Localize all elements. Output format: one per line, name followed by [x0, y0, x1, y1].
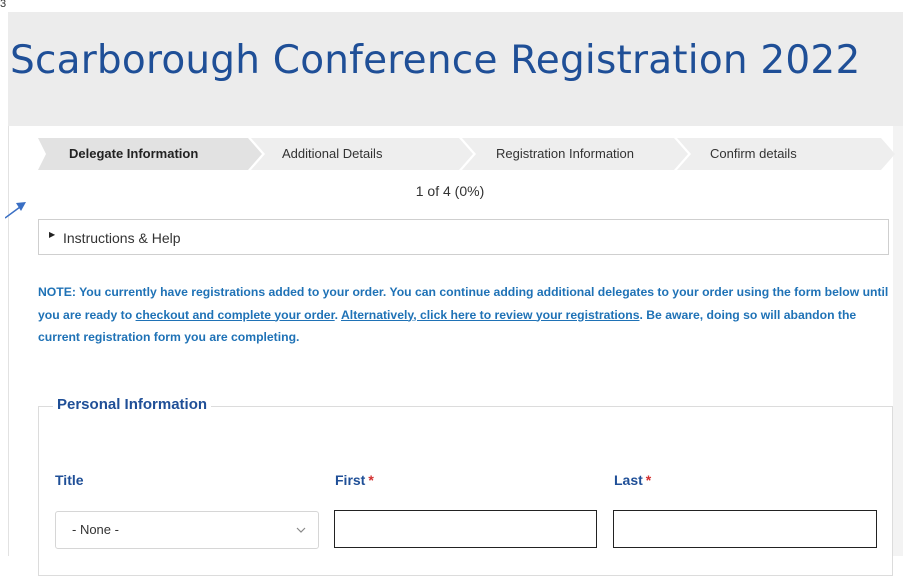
required-marker: * — [645, 472, 652, 488]
required-marker: * — [368, 472, 374, 488]
last-name-label: Last * — [614, 472, 651, 488]
first-name-label: First * — [335, 472, 374, 488]
title-label-text: Title — [55, 472, 84, 488]
checkout-link[interactable]: checkout and complete your order — [136, 308, 335, 322]
left-border — [8, 126, 9, 556]
wizard-step-delegate-information[interactable]: Delegate Information — [69, 146, 198, 161]
wizard-step-registration-information[interactable]: Registration Information — [496, 146, 634, 161]
pointer-arrow-icon — [5, 202, 26, 219]
first-name-label-text: First — [335, 472, 366, 488]
page-header: Scarborough Conference Registration 2022 — [8, 12, 903, 126]
personal-information-fieldset — [38, 406, 893, 576]
top-strip: 3 — [0, 0, 903, 12]
wizard-step-confirm-details[interactable]: Confirm details — [710, 146, 797, 161]
title-select[interactable]: - None - — [55, 511, 319, 549]
page-title: Scarborough Conference Registration 2022 — [10, 38, 861, 83]
wizard-progress: Delegate Information Additional Details … — [38, 138, 895, 170]
instructions-help-label: Instructions & Help — [63, 230, 181, 246]
progress-indicator: 1 of 4 (0%) — [415, 183, 485, 199]
caret-right-icon: ▶ — [49, 230, 56, 239]
chevron-down-icon — [296, 527, 306, 533]
instructions-help-toggle[interactable]: ▶ Instructions & Help — [38, 219, 889, 255]
wizard-step-additional-details[interactable]: Additional Details — [282, 146, 382, 161]
review-registrations-link[interactable]: Alternatively, click here to review your… — [341, 308, 639, 322]
personal-information-legend: Personal Information — [53, 396, 212, 413]
corner-digit: 3 — [0, 0, 7, 10]
last-name-label-text: Last — [614, 472, 643, 488]
last-name-input[interactable] — [613, 510, 877, 548]
registration-note: NOTE: You currently have registrations a… — [38, 281, 896, 349]
first-name-input[interactable] — [334, 510, 597, 548]
title-label: Title — [55, 472, 84, 488]
title-select-value: - None - — [72, 522, 119, 537]
